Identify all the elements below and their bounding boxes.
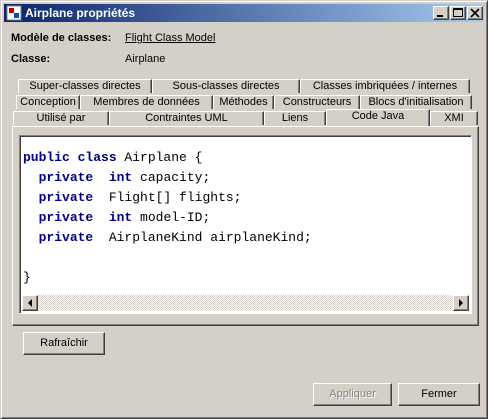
close-window-button[interactable]	[467, 6, 483, 20]
tab-constructors[interactable]: Constructeurs	[274, 95, 360, 109]
code-type: int	[108, 210, 133, 225]
model-link[interactable]: Flight Class Model	[125, 32, 215, 44]
tab-conception[interactable]: Conception	[16, 95, 80, 109]
code-modifier: private	[38, 230, 94, 245]
tab-links[interactable]: Liens	[264, 111, 326, 125]
scroll-right-icon[interactable]	[453, 295, 469, 311]
code-field: airplaneKind;	[210, 230, 312, 245]
scroll-left-icon[interactable]	[22, 295, 38, 311]
minimize-button[interactable]	[433, 6, 449, 20]
tab-super-classes[interactable]: Super-classes directes	[18, 79, 152, 93]
maximize-button[interactable]	[450, 6, 466, 20]
code-keyword: public class	[23, 150, 117, 165]
code-modifier: private	[38, 170, 94, 185]
tab-uml-constraints[interactable]: Contraintes UML	[109, 111, 264, 125]
code-type: int	[108, 170, 133, 185]
apply-button[interactable]: Appliquer	[313, 383, 392, 406]
tab-java-code[interactable]: Code Java	[326, 109, 430, 126]
horizontal-scrollbar[interactable]	[22, 295, 469, 311]
class-label: Classe:	[11, 53, 51, 65]
tab-init-blocks[interactable]: Blocs d'initialisation	[360, 95, 472, 109]
code-class-decl: Airplane {	[116, 150, 203, 165]
tab-xmi[interactable]: XMI	[430, 111, 478, 125]
code-field: flights;	[179, 190, 242, 205]
window-title: Airplane propriétés	[25, 6, 136, 20]
tab-methods[interactable]: Méthodes	[213, 95, 274, 109]
code-type: AirplaneKind	[108, 230, 203, 245]
tab-nested-classes[interactable]: Classes imbriquées / internes	[300, 79, 470, 93]
java-code-editor[interactable]: public class Airplane { private int capa…	[19, 135, 472, 314]
title-bar[interactable]: Airplane propriétés	[4, 4, 484, 22]
code-modifier: private	[38, 210, 94, 225]
app-icon	[6, 5, 22, 21]
code-block: public class Airplane { private int capa…	[23, 148, 312, 288]
code-closing-brace: }	[23, 270, 31, 285]
code-modifier: private	[38, 190, 94, 205]
tab-data-members[interactable]: Membres de données	[80, 95, 213, 109]
tab-sub-classes[interactable]: Sous-classes directes	[152, 79, 300, 93]
code-field: capacity;	[140, 170, 211, 185]
model-label: Modèle de classes:	[11, 32, 112, 44]
class-value: Airplane	[125, 53, 166, 65]
code-field: model-ID;	[140, 210, 211, 225]
refresh-button[interactable]: Rafraîchir	[23, 332, 105, 355]
code-type: Flight[]	[108, 190, 172, 205]
close-button[interactable]: Fermer	[398, 383, 480, 406]
tab-used-by[interactable]: Utilisé par	[13, 111, 109, 125]
properties-window: Airplane propriétés Modèle de classes: F…	[0, 0, 488, 419]
